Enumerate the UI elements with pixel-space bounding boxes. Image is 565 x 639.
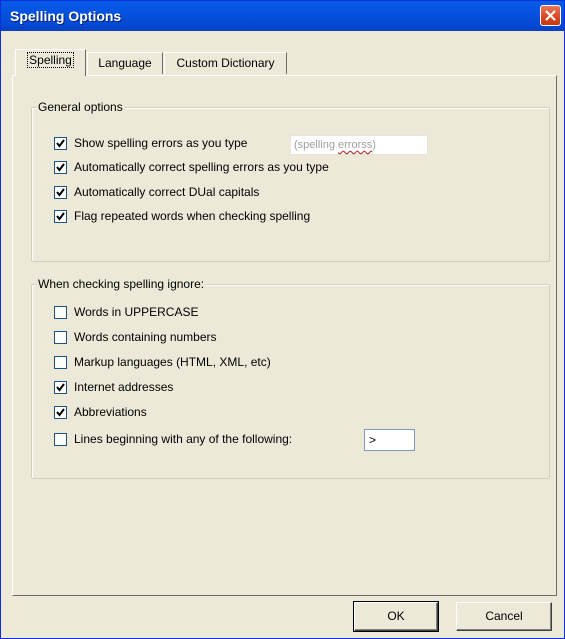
spelling-error-preview: (spelling errorss) — [290, 135, 428, 155]
preview-text-suffix: ) — [372, 139, 376, 151]
tab-spelling-label: Spelling — [27, 52, 74, 68]
checkmark-icon — [56, 139, 65, 148]
line-prefix-input[interactable]: > — [364, 429, 415, 451]
general-options-legend: General options — [36, 100, 125, 114]
tab-spelling[interactable]: Spelling — [15, 49, 86, 76]
ignore-options-legend: When checking spelling ignore: — [36, 277, 207, 291]
checkmark-icon — [56, 408, 65, 417]
option-label: Abbreviations — [74, 405, 147, 419]
preview-text-prefix: (spelling — [294, 139, 339, 151]
window-title: Spelling Options — [10, 8, 122, 24]
spelling-options-dialog: Spelling Options Spelling Language Custo… — [0, 0, 565, 639]
checkbox[interactable] — [54, 161, 67, 174]
option-label: Lines beginning with any of the followin… — [74, 432, 293, 446]
preview-error-word: errorss — [338, 139, 373, 151]
close-button[interactable] — [540, 5, 561, 26]
option-label: Words in UPPERCASE — [74, 305, 199, 319]
close-icon — [545, 10, 556, 21]
option-label: Automatically correct spelling errors as… — [74, 160, 329, 174]
checkbox[interactable] — [54, 186, 67, 199]
option-label: Words containing numbers — [74, 330, 217, 344]
checkbox[interactable] — [54, 356, 67, 369]
checkbox[interactable] — [54, 210, 67, 223]
option-label: Automatically correct DUal capitals — [74, 185, 260, 199]
option-label: Flag repeated words when checking spelli… — [74, 209, 311, 223]
cancel-button[interactable]: Cancel — [456, 602, 552, 631]
checkbox[interactable] — [54, 406, 67, 419]
checkmark-icon — [56, 383, 65, 392]
option-label: Internet addresses — [74, 380, 174, 394]
option-label: Markup languages (HTML, XML, etc) — [74, 355, 271, 369]
checkmark-icon — [56, 163, 65, 172]
checkmark-icon — [56, 188, 65, 197]
title-bar[interactable]: Spelling Options — [1, 1, 564, 31]
tab-custom-dictionary-label: Custom Dictionary — [176, 56, 275, 70]
checkmark-icon — [56, 212, 65, 221]
tab-language-label: Language — [98, 56, 152, 70]
checkbox[interactable] — [54, 381, 67, 394]
option-label: Show spelling errors as you type — [74, 136, 248, 150]
tab-language[interactable]: Language — [87, 52, 163, 74]
checkbox[interactable] — [54, 306, 67, 319]
checkbox[interactable] — [54, 331, 67, 344]
checkbox[interactable] — [54, 137, 67, 150]
tab-custom-dictionary[interactable]: Custom Dictionary — [164, 52, 287, 74]
ok-button[interactable]: OK — [353, 601, 439, 632]
checkbox[interactable] — [54, 433, 67, 446]
